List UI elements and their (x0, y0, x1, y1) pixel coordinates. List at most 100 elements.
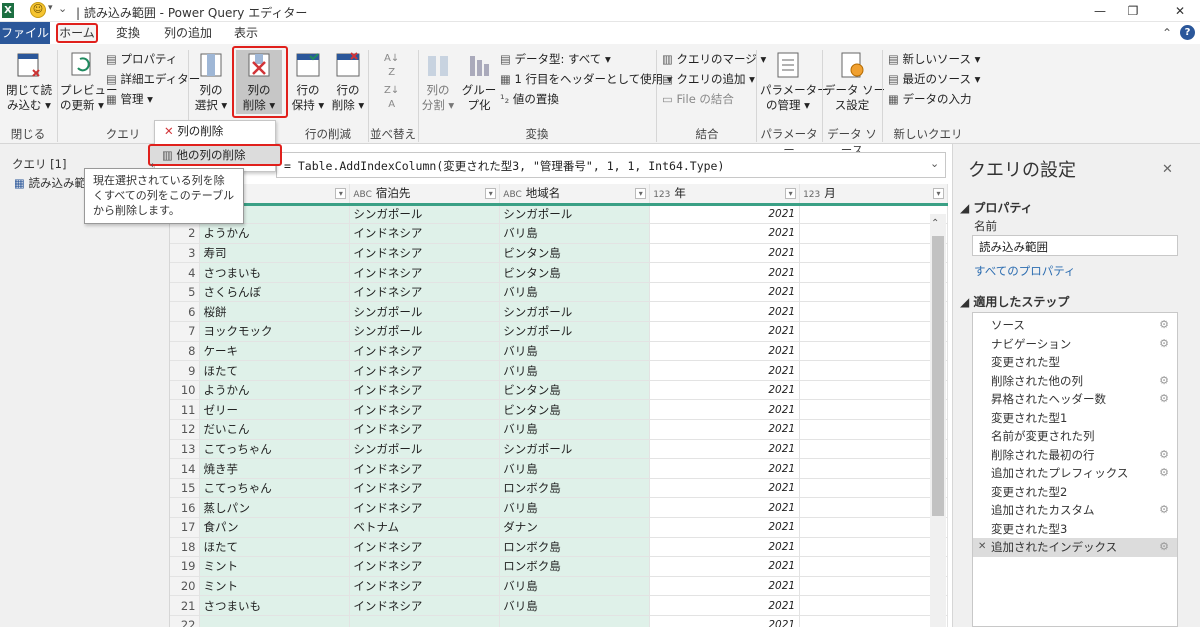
table-row[interactable]: 20 ミント インドネシア バリ島 2021 (170, 576, 948, 597)
recent-sources-button[interactable]: ▤ 最近のソース ▾ (888, 72, 980, 87)
table-row[interactable]: 7 ヨックモック シンガポール シンガポール 2021 (170, 321, 948, 342)
group-by-button[interactable]: グルー プ化 (460, 50, 498, 113)
formula-text[interactable]: = Table.AddIndexColumn(変更された型3, "管理番号", … (284, 158, 724, 174)
table-row[interactable]: 21 さつまいも インドネシア バリ島 2021 (170, 595, 948, 616)
table-row[interactable]: 11 ゼリー インドネシア ビンタン島 2021 (170, 399, 948, 421)
filter-dropdown-icon[interactable]: ▾ (635, 188, 647, 200)
help-icon[interactable]: ? (1180, 25, 1195, 40)
gear-icon[interactable]: ⚙ (1159, 538, 1169, 557)
applied-step[interactable]: 名前が変更された列 (973, 427, 1177, 446)
scroll-up-icon[interactable]: ⌃ (931, 218, 939, 229)
properties-button[interactable]: ▤ プロパティ (106, 52, 177, 67)
gear-icon[interactable]: ⚙ (1159, 335, 1169, 354)
table-row[interactable]: 13 こてっちゃん シンガポール シンガポール 2021 (170, 439, 948, 460)
keep-rows-button[interactable]: 行の 保持 ▾ (288, 50, 328, 113)
choose-columns-button[interactable]: 列の 選択 ▾ (192, 50, 230, 113)
tab-transform[interactable]: 変換 (106, 22, 150, 44)
applied-steps-section[interactable]: ◢ 適用したステップ (960, 293, 1069, 310)
remove-other-item[interactable]: ▥ 他の列の削除 (162, 148, 246, 163)
filter-dropdown-icon[interactable]: ▾ (785, 188, 797, 200)
restore-button[interactable]: ❐ (1113, 0, 1153, 22)
applied-step[interactable]: ソース ⚙ (973, 316, 1177, 335)
data-grid[interactable]: 者名▾ABC宿泊先▾ABC地域名▾123年▾123月▾ 1シンガポールシンガポー… (170, 184, 948, 627)
table-row[interactable]: 22 2021 (170, 615, 948, 627)
use-first-row-button[interactable]: ▦ 1 行目をヘッダーとして使用 ▾ (500, 72, 673, 87)
manage-button[interactable]: ▦ 管理 ▾ (106, 92, 153, 107)
replace-values-button[interactable]: ¹₂ 値の置換 (500, 92, 559, 107)
applied-step[interactable]: 変更された型2 (973, 483, 1177, 502)
applied-step[interactable]: 変更された型 (973, 353, 1177, 372)
gear-icon[interactable]: ⚙ (1159, 464, 1169, 483)
filter-dropdown-icon[interactable]: ▾ (933, 188, 944, 200)
data-type-dropdown[interactable]: ▤ データ型: すべて ▾ (500, 52, 611, 67)
delete-step-icon[interactable]: ✕ (978, 538, 986, 557)
enter-data-button[interactable]: ▦ データの入力 (888, 92, 972, 107)
table-row[interactable]: 15 こてっちゃん インドネシア ロンボク島 2021 (170, 478, 948, 499)
smiley-icon[interactable]: ☺ (30, 2, 46, 18)
advanced-editor-button[interactable]: ▤ 詳細エディター (106, 72, 200, 87)
table-row[interactable]: 5 さくらんぼ インドネシア バリ島 2021 (170, 282, 948, 303)
column-header[interactable]: ABC 地域名 ▾ (499, 184, 651, 206)
tab-file[interactable]: ファイル (0, 22, 50, 44)
table-row[interactable]: 3 寿司 インドネシア ビンタン島 2021 (170, 243, 948, 264)
applied-step[interactable]: 変更された型1 (973, 409, 1177, 428)
tab-home[interactable]: ホーム (56, 23, 98, 43)
all-properties-link[interactable]: すべてのプロパティ (974, 263, 1076, 279)
tab-view[interactable]: 表示 (224, 22, 268, 44)
remove-rows-button[interactable]: 行の 削除 ▾ (328, 50, 368, 113)
table-row[interactable]: 10 ようかん インドネシア ビンタン島 2021 (170, 380, 948, 401)
close-load-button[interactable]: 閉じて読 み込む ▾ (6, 50, 52, 113)
applied-step[interactable]: ナビゲーション ⚙ (973, 335, 1177, 354)
column-header[interactable]: 123 年 ▾ (649, 184, 801, 206)
table-row[interactable]: 2 ようかん インドネシア バリ島 2021 (170, 223, 948, 244)
column-header[interactable]: 123 月 ▾ (799, 184, 948, 206)
split-column-button[interactable]: 列の 分割 ▾ (420, 50, 456, 113)
table-row[interactable]: 8 ケーキ インドネシア バリ島 2021 (170, 341, 948, 362)
gear-icon[interactable]: ⚙ (1159, 372, 1169, 391)
settings-close-button[interactable]: ✕ (1162, 162, 1173, 177)
gear-icon[interactable]: ⚙ (1159, 316, 1169, 335)
applied-step[interactable]: 削除された最初の行 ⚙ (973, 446, 1177, 465)
formula-expand-icon[interactable]: ⌄ (930, 157, 939, 170)
gear-icon[interactable]: ⚙ (1159, 390, 1169, 409)
filter-dropdown-icon[interactable]: ▾ (335, 188, 347, 200)
gear-icon[interactable]: ⚙ (1159, 501, 1169, 520)
scrollbar-thumb[interactable] (932, 236, 944, 516)
table-row[interactable]: 19 ミント インドネシア ロンボク島 2021 (170, 556, 948, 577)
manage-parameters-button[interactable]: パラメーター の管理 ▾ (760, 50, 829, 113)
data-source-settings-button[interactable]: データ ソー ス設定 (824, 50, 885, 113)
table-row[interactable]: 1シンガポールシンガポール2021 (170, 204, 948, 225)
applied-step[interactable]: 追加されたカスタム ⚙ (973, 501, 1177, 520)
applied-step[interactable]: 変更された型3 (973, 520, 1177, 539)
combine-files-button[interactable]: ▭ File の結合 (662, 92, 734, 107)
table-row[interactable]: 14 焼き芋 インドネシア バリ島 2021 (170, 458, 948, 479)
applied-step[interactable]: 追加されたプレフィックス ⚙ (973, 464, 1177, 483)
tab-add-column[interactable]: 列の追加 (154, 22, 222, 44)
remove-columns-button[interactable]: 列の 削除 ▾ (236, 50, 282, 114)
qat-dropdown-icon[interactable]: ▾ (48, 3, 53, 13)
table-row[interactable]: 4 さつまいも インドネシア ビンタン島 2021 (170, 262, 948, 283)
table-row[interactable]: 6 桜餅 シンガポール シンガポール 2021 (170, 301, 948, 323)
table-row[interactable]: 18 ほたて インドネシア ロンボク島 2021 (170, 537, 948, 558)
new-source-button[interactable]: ▤ 新しいソース ▾ (888, 52, 980, 67)
ribbon-collapse-icon[interactable]: ⌃ (1162, 26, 1172, 40)
table-row[interactable]: 9 ほたて インドネシア バリ島 2021 (170, 360, 948, 381)
menu-remove-columns[interactable]: ✕ 列の削除 (164, 124, 223, 139)
properties-section[interactable]: ◢ プロパティ (960, 199, 1033, 216)
applied-step[interactable]: 削除された他の列 ⚙ (973, 372, 1177, 391)
collapse-pane-icon[interactable]: ‹ (150, 160, 154, 171)
applied-step[interactable]: 昇格されたヘッダー数 ⚙ (973, 390, 1177, 409)
table-row[interactable]: 17 食パン ベトナム ダナン 2021 (170, 517, 948, 538)
filter-dropdown-icon[interactable]: ▾ (485, 188, 497, 200)
applied-step[interactable]: ✕ 追加されたインデックス ⚙ (973, 538, 1177, 557)
table-row[interactable]: 16 蒸しパン インドネシア バリ島 2021 (170, 497, 948, 518)
merge-queries-button[interactable]: ▥ クエリのマージ ▾ (662, 52, 766, 67)
table-row[interactable]: 12 だいこん インドネシア バリ島 2021 (170, 419, 948, 440)
name-input[interactable]: 読み込み範囲 (972, 235, 1178, 256)
sort-asc-button[interactable]: A↓ Z (384, 52, 399, 80)
qat-customize-icon[interactable]: ⌄ (58, 2, 67, 15)
refresh-preview-button[interactable]: プレビュー の更新 ▾ (60, 50, 118, 113)
sort-desc-button[interactable]: Z↓ A (384, 84, 399, 112)
append-queries-button[interactable]: ▤ クエリの追加 ▾ (662, 72, 755, 87)
close-window-button[interactable]: ✕ (1160, 0, 1200, 22)
